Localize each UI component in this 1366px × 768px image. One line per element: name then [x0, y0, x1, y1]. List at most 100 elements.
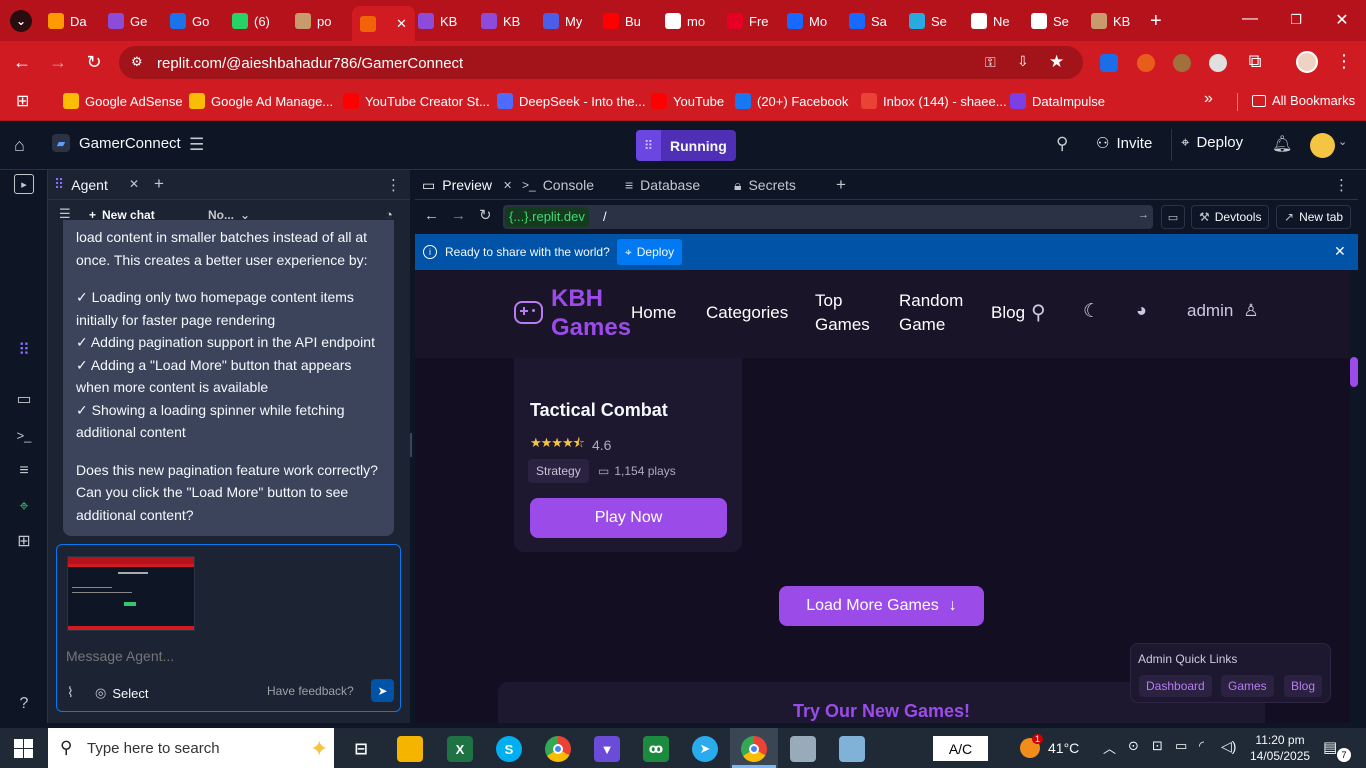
- load-more-button[interactable]: Load More Games ↓: [779, 586, 984, 626]
- scrollbar-thumb[interactable]: [1350, 357, 1358, 387]
- file-explorer-icon[interactable]: [397, 736, 423, 762]
- panel-resize-handle[interactable]: [410, 433, 412, 457]
- search-icon[interactable]: ⚲: [1056, 134, 1068, 154]
- preview-scrollbar[interactable]: [1350, 270, 1358, 723]
- game-title[interactable]: Tactical Combat: [530, 400, 668, 421]
- tab-preview[interactable]: ▭ Preview ✕: [422, 170, 512, 200]
- close-tab-icon[interactable]: ✕: [396, 16, 407, 32]
- user-avatar[interactable]: [1310, 133, 1335, 158]
- attached-screenshot-thumbnail[interactable]: [67, 556, 195, 631]
- forward-arrow-icon[interactable]: →: [451, 207, 466, 224]
- palette-icon[interactable]: ◕: [1136, 300, 1147, 321]
- menu-kebab-icon[interactable]: ⋮: [1332, 51, 1356, 72]
- profile-avatar[interactable]: [1296, 51, 1318, 73]
- help-icon[interactable]: ?: [12, 692, 36, 716]
- browser-tab[interactable]: KB: [418, 8, 457, 34]
- back-arrow-icon[interactable]: ←: [424, 207, 439, 224]
- quick-link-dashboard[interactable]: Dashboard: [1139, 675, 1212, 697]
- preview-url-field[interactable]: {...}.replit.dev / →: [503, 205, 1153, 229]
- browser-tab[interactable]: Go: [170, 8, 209, 34]
- new-tab-button[interactable]: +: [1150, 8, 1162, 34]
- temperature[interactable]: 41°C: [1048, 740, 1079, 756]
- browser-tab[interactable]: mo: [665, 8, 705, 34]
- select-element-button[interactable]: ◎ Select: [95, 685, 148, 701]
- browser-tab[interactable]: My: [543, 8, 582, 34]
- browser-tab[interactable]: Se: [1031, 8, 1069, 34]
- reload-icon[interactable]: ↻: [82, 52, 106, 73]
- extension-icon[interactable]: [1137, 54, 1155, 72]
- nav-random-game[interactable]: Random Game: [899, 289, 963, 337]
- attach-paperclip-icon[interactable]: ⌇: [67, 684, 74, 701]
- tab-agent[interactable]: ⠿ Agent: [54, 176, 108, 193]
- app-icon[interactable]: ▼: [594, 736, 620, 762]
- tray-icon[interactable]: ⊙: [1128, 738, 1139, 754]
- more-options-icon[interactable]: ⋮: [1334, 170, 1349, 200]
- clock[interactable]: 11:20 pm 14/05/2025: [1250, 732, 1310, 764]
- console-prompt-icon[interactable]: >_: [12, 423, 36, 447]
- go-arrow-icon[interactable]: →: [1138, 209, 1149, 221]
- browser-tab[interactable]: (6): [232, 8, 270, 34]
- nav-categories[interactable]: Categories: [706, 301, 788, 325]
- battery-icon[interactable]: ▭: [1175, 738, 1187, 754]
- bookmark-star-icon[interactable]: ★: [1049, 52, 1064, 72]
- excel-icon[interactable]: X: [447, 736, 473, 762]
- taskbar-search-box[interactable]: ⚲ Type here to search ✦: [48, 728, 334, 768]
- notification-icon[interactable]: ▤: [1323, 738, 1337, 756]
- chevron-up-icon[interactable]: ︿: [1103, 738, 1116, 757]
- home-icon[interactable]: ⌂: [14, 135, 25, 156]
- database-icon[interactable]: ≡: [12, 459, 36, 483]
- browser-tab[interactable]: Da: [48, 8, 87, 34]
- deploy-globe-icon[interactable]: ⌖: [12, 495, 36, 519]
- browser-tab[interactable]: Fre: [727, 8, 769, 34]
- search-icon[interactable]: ⚲: [1031, 300, 1046, 325]
- maximize-button[interactable]: ❐: [1286, 12, 1306, 28]
- apps-grid-icon[interactable]: ⊞: [16, 91, 29, 111]
- extension-icon[interactable]: [1209, 54, 1227, 72]
- bookmark-item[interactable]: (20+) Facebook: [735, 93, 848, 109]
- user-menu[interactable]: admin ♙: [1187, 301, 1259, 321]
- browser-tab[interactable]: Ge: [108, 8, 147, 34]
- nav-top-games[interactable]: Top Games: [815, 289, 870, 337]
- bookmark-item[interactable]: YouTube: [651, 93, 724, 109]
- tray-icon[interactable]: ⊡: [1152, 738, 1163, 754]
- quick-link-games[interactable]: Games: [1221, 675, 1274, 697]
- nav-home[interactable]: Home: [631, 301, 676, 325]
- device-monitor-icon[interactable]: ▭: [1161, 205, 1185, 229]
- bookmark-item[interactable]: Inbox (144) - shaee...: [861, 93, 1007, 109]
- bookmark-item[interactable]: YouTube Creator St...: [343, 93, 490, 109]
- close-tab-icon[interactable]: ✕: [503, 179, 512, 192]
- volume-icon[interactable]: ◁): [1221, 738, 1236, 755]
- app-icon[interactable]: [839, 736, 865, 762]
- browser-tab[interactable]: Bu: [603, 8, 641, 34]
- install-app-icon[interactable]: ⇩: [1017, 53, 1029, 70]
- browser-tab[interactable]: KB: [1091, 8, 1130, 34]
- tab-console[interactable]: >_ Console: [522, 170, 594, 200]
- new-tab-button[interactable]: ↗ New tab: [1276, 205, 1352, 229]
- browser-tab[interactable]: KB: [481, 8, 520, 34]
- extension-icon[interactable]: [1100, 54, 1118, 72]
- all-bookmarks[interactable]: All Bookmarks: [1252, 93, 1355, 108]
- app-icon[interactable]: ꝏ: [643, 736, 669, 762]
- address-bar[interactable]: ⚙ replit.com/@aieshbahadur786/GamerConne…: [119, 46, 1083, 79]
- minimize-button[interactable]: —: [1240, 10, 1260, 28]
- moon-icon[interactable]: ☾: [1083, 300, 1100, 323]
- browser-tab[interactable]: ✕: [352, 6, 415, 41]
- puzzle-extensions-icon[interactable]: ⧉: [1243, 51, 1267, 72]
- devtools-button[interactable]: ⚒ Devtools: [1191, 205, 1270, 229]
- forward-arrow-icon[interactable]: →: [46, 52, 70, 73]
- password-key-icon[interactable]: ⚿: [985, 54, 996, 71]
- bookmark-item[interactable]: DataImpulse: [1010, 93, 1105, 109]
- more-options-icon[interactable]: ⋮: [386, 176, 401, 194]
- close-window-button[interactable]: ✕: [1332, 10, 1352, 30]
- telegram-icon[interactable]: ➤: [692, 736, 718, 762]
- back-arrow-icon[interactable]: ←: [10, 52, 34, 73]
- agent-input-box[interactable]: ⌇ ◎ Select Have feedback? ➤: [56, 544, 401, 712]
- monitor-icon[interactable]: ▭: [12, 387, 36, 411]
- bell-icon[interactable]: 🔔︎: [1272, 134, 1292, 154]
- windows-start-icon[interactable]: [14, 739, 34, 759]
- send-button[interactable]: ➤: [371, 679, 394, 702]
- cookie-extension-icon[interactable]: [1173, 54, 1191, 72]
- bookmark-item[interactable]: Google Ad Manage...: [189, 93, 333, 109]
- project-menu-icon[interactable]: ☰: [189, 135, 204, 155]
- keyboard-indicator[interactable]: A/C: [933, 736, 988, 761]
